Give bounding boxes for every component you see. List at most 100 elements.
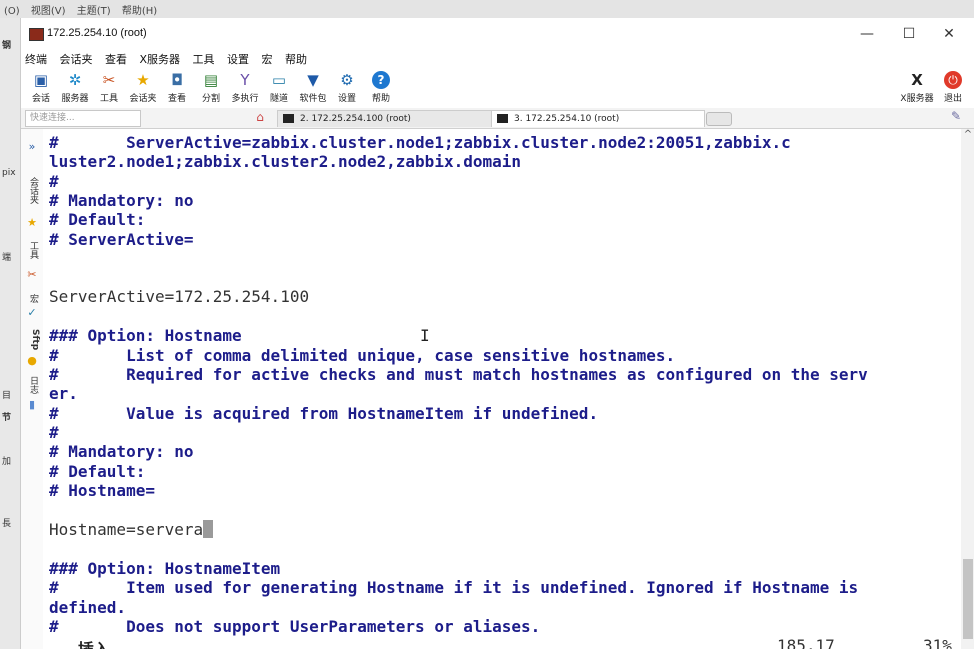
exit-button[interactable]: ⏻ 退出 bbox=[935, 70, 971, 106]
mobaxterm-window: 172.25.254.10 (root) — ☐ ✕ 终端 会话夹 查看 X服务… bbox=[20, 18, 974, 649]
sidebar-item-logs[interactable]: 日志 bbox=[24, 373, 40, 397]
new-tab-button[interactable] bbox=[706, 112, 732, 126]
menu-terminal[interactable]: 终端 bbox=[21, 50, 52, 67]
tunnel-icon: ▭ bbox=[271, 71, 287, 89]
outer-left-panel: 钢 pix 端 目 节 加 長 bbox=[0, 18, 20, 649]
toolbar-label: 隧道 bbox=[269, 94, 288, 104]
terminal-line: # Does not support UserParameters or ali… bbox=[49, 617, 541, 636]
home-tab-icon[interactable]: ⌂ bbox=[249, 110, 271, 126]
toolbar-label: 帮助 bbox=[371, 94, 390, 104]
sessions-folder-button[interactable]: ★ 会话夹 bbox=[125, 70, 161, 106]
sidebar-item-macros[interactable]: 宏 bbox=[24, 289, 40, 307]
packages-button[interactable]: ▼ 软件包 bbox=[295, 70, 331, 106]
terminal-line: er. bbox=[49, 384, 78, 403]
menu-settings[interactable]: 设置 bbox=[223, 50, 254, 67]
menu-xserver[interactable]: X服务器 bbox=[136, 50, 186, 67]
terminal-line: # List of comma delimited unique, case s… bbox=[49, 346, 676, 365]
menu-macros[interactable]: 宏 bbox=[258, 50, 278, 67]
collapse-arrow-icon[interactable]: » bbox=[26, 141, 38, 153]
multiexec-icon: Y bbox=[240, 71, 250, 89]
xserver-button[interactable]: X X服务器 bbox=[899, 70, 935, 106]
tunnel-button[interactable]: ▭ 隧道 bbox=[261, 70, 297, 106]
tools-button[interactable]: ✂ 工具 bbox=[91, 70, 127, 106]
menu-view[interactable]: 查看 bbox=[101, 50, 132, 67]
scroll-up-icon[interactable]: ^ bbox=[961, 129, 974, 143]
menu-sessions[interactable]: 会话夹 bbox=[56, 50, 98, 67]
tab-session-2[interactable]: 2. 172.25.254.100 (root) bbox=[277, 110, 526, 127]
toolbar-label: 服务器 bbox=[61, 94, 89, 104]
outer-left-text: 加 bbox=[2, 457, 12, 467]
servers-button[interactable]: ✲ 服务器 bbox=[57, 70, 93, 106]
sidebar-item-tools[interactable]: 工具 bbox=[24, 235, 40, 265]
app-icon bbox=[29, 28, 44, 41]
minimize-button[interactable]: — bbox=[847, 22, 887, 46]
terminal-line: # Mandatory: no bbox=[49, 191, 194, 210]
outer-left-text: pix bbox=[2, 168, 16, 178]
mouse-ibeam-cursor: I bbox=[420, 326, 430, 345]
terminal-line: # ServerActive= bbox=[49, 230, 194, 249]
tab-label: 2. 172.25.254.100 (root) bbox=[300, 114, 411, 124]
terminal-line: # Default: bbox=[49, 462, 146, 481]
toolbar-label: 退出 bbox=[943, 94, 962, 104]
terminal-area[interactable]: # ServerActive=zabbix.cluster.node1;zabb… bbox=[43, 129, 961, 649]
terminal-line: Hostname=servera bbox=[49, 520, 204, 539]
packages-icon: ▼ bbox=[307, 71, 319, 89]
terminal-line: ### Option: HostnameItem bbox=[49, 559, 281, 578]
outer-left-text: 节 bbox=[2, 413, 12, 423]
menu-help[interactable]: 帮助 bbox=[281, 50, 312, 67]
terminal-line: # bbox=[49, 423, 59, 442]
scroll-thumb[interactable] bbox=[963, 559, 973, 639]
outer-left-text: 長 bbox=[2, 519, 12, 529]
help-button[interactable]: ? 帮助 bbox=[363, 70, 399, 106]
terminal-line: # Required for active checks and must ma… bbox=[49, 365, 868, 384]
outer-menu-item[interactable]: 视图(V) bbox=[27, 0, 70, 19]
toolbar-label: 设置 bbox=[337, 94, 356, 104]
outer-menu-item[interactable]: 主题(T) bbox=[73, 0, 115, 19]
tools-icon: ✂ bbox=[27, 268, 37, 281]
outer-app-menubar: (O) 视图(V) 主题(T) 帮助(H) bbox=[0, 0, 974, 18]
tab-session-3[interactable]: 3. 172.25.254.10 (root) bbox=[491, 110, 705, 127]
settings-button[interactable]: ⚙ 设置 bbox=[329, 70, 365, 106]
split-button[interactable]: ▤ 分割 bbox=[193, 70, 229, 106]
maximize-button[interactable]: ☐ bbox=[889, 22, 929, 46]
multiexec-button[interactable]: Y 多执行 bbox=[227, 70, 263, 106]
toolbar-label: 工具 bbox=[99, 94, 118, 104]
text-cursor bbox=[203, 520, 214, 538]
split-icon: ▤ bbox=[203, 71, 219, 89]
toolbar-label: X服务器 bbox=[900, 94, 934, 104]
outer-menu-item[interactable]: 帮助(H) bbox=[118, 0, 161, 19]
scroll-percent: 31% bbox=[923, 636, 952, 649]
tools-icon: ✂ bbox=[102, 71, 116, 89]
session-icon: ▣ bbox=[33, 71, 49, 89]
toolbar-label: 查看 bbox=[167, 94, 186, 104]
title-bar[interactable]: 172.25.254.10 (root) — ☐ ✕ bbox=[21, 18, 974, 50]
quick-connect-input[interactable]: 快速连接... bbox=[25, 110, 141, 127]
sidebar-item-sftp[interactable]: Sftp bbox=[24, 325, 40, 355]
outer-left-text: 钢 bbox=[2, 41, 12, 51]
toolbar: ▣ 会话 ✲ 服务器 ✂ 工具 ★ 会话夹 ◘ 查看 ▤ 分割 Y 多执行 ▭ bbox=[21, 68, 974, 108]
terminal-scrollbar[interactable]: ^ bbox=[961, 129, 974, 649]
view-icon: ◘ bbox=[171, 71, 183, 89]
terminal-line: defined. bbox=[49, 598, 127, 617]
sidebar-item-sessions[interactable]: 会话夹 bbox=[24, 169, 40, 211]
terminal-line: ### Option: Hostname bbox=[49, 326, 242, 345]
toolbar-label: 会话 bbox=[31, 94, 50, 104]
toolbar-label: 分割 bbox=[201, 94, 220, 104]
close-button[interactable]: ✕ bbox=[929, 22, 969, 46]
terminal-line: # Value is acquired from HostnameItem if… bbox=[49, 404, 599, 423]
terminal-line-cursor: Hostname=servera bbox=[49, 520, 214, 539]
xserver-icon: X bbox=[911, 71, 923, 89]
terminal-line: luster2.node1;zabbix.cluster2.node2,zabb… bbox=[49, 152, 522, 171]
power-icon: ⏻ bbox=[944, 71, 962, 89]
terminal-line: # bbox=[49, 172, 59, 191]
session-button[interactable]: ▣ 会话 bbox=[23, 70, 59, 106]
menu-tools[interactable]: 工具 bbox=[189, 50, 220, 67]
star-icon: ★ bbox=[27, 216, 37, 229]
star-icon: ★ bbox=[136, 71, 150, 89]
toolbar-label: 软件包 bbox=[299, 94, 327, 104]
view-button[interactable]: ◘ 查看 bbox=[159, 70, 195, 106]
outer-menu-item[interactable]: (O) bbox=[0, 4, 24, 19]
tab-bar: 快速连接... ⌂ 2. 172.25.254.100 (root) 3. 17… bbox=[21, 108, 974, 129]
outer-left-text: 目 bbox=[2, 391, 12, 401]
pin-icon[interactable]: ✎ bbox=[951, 109, 961, 123]
